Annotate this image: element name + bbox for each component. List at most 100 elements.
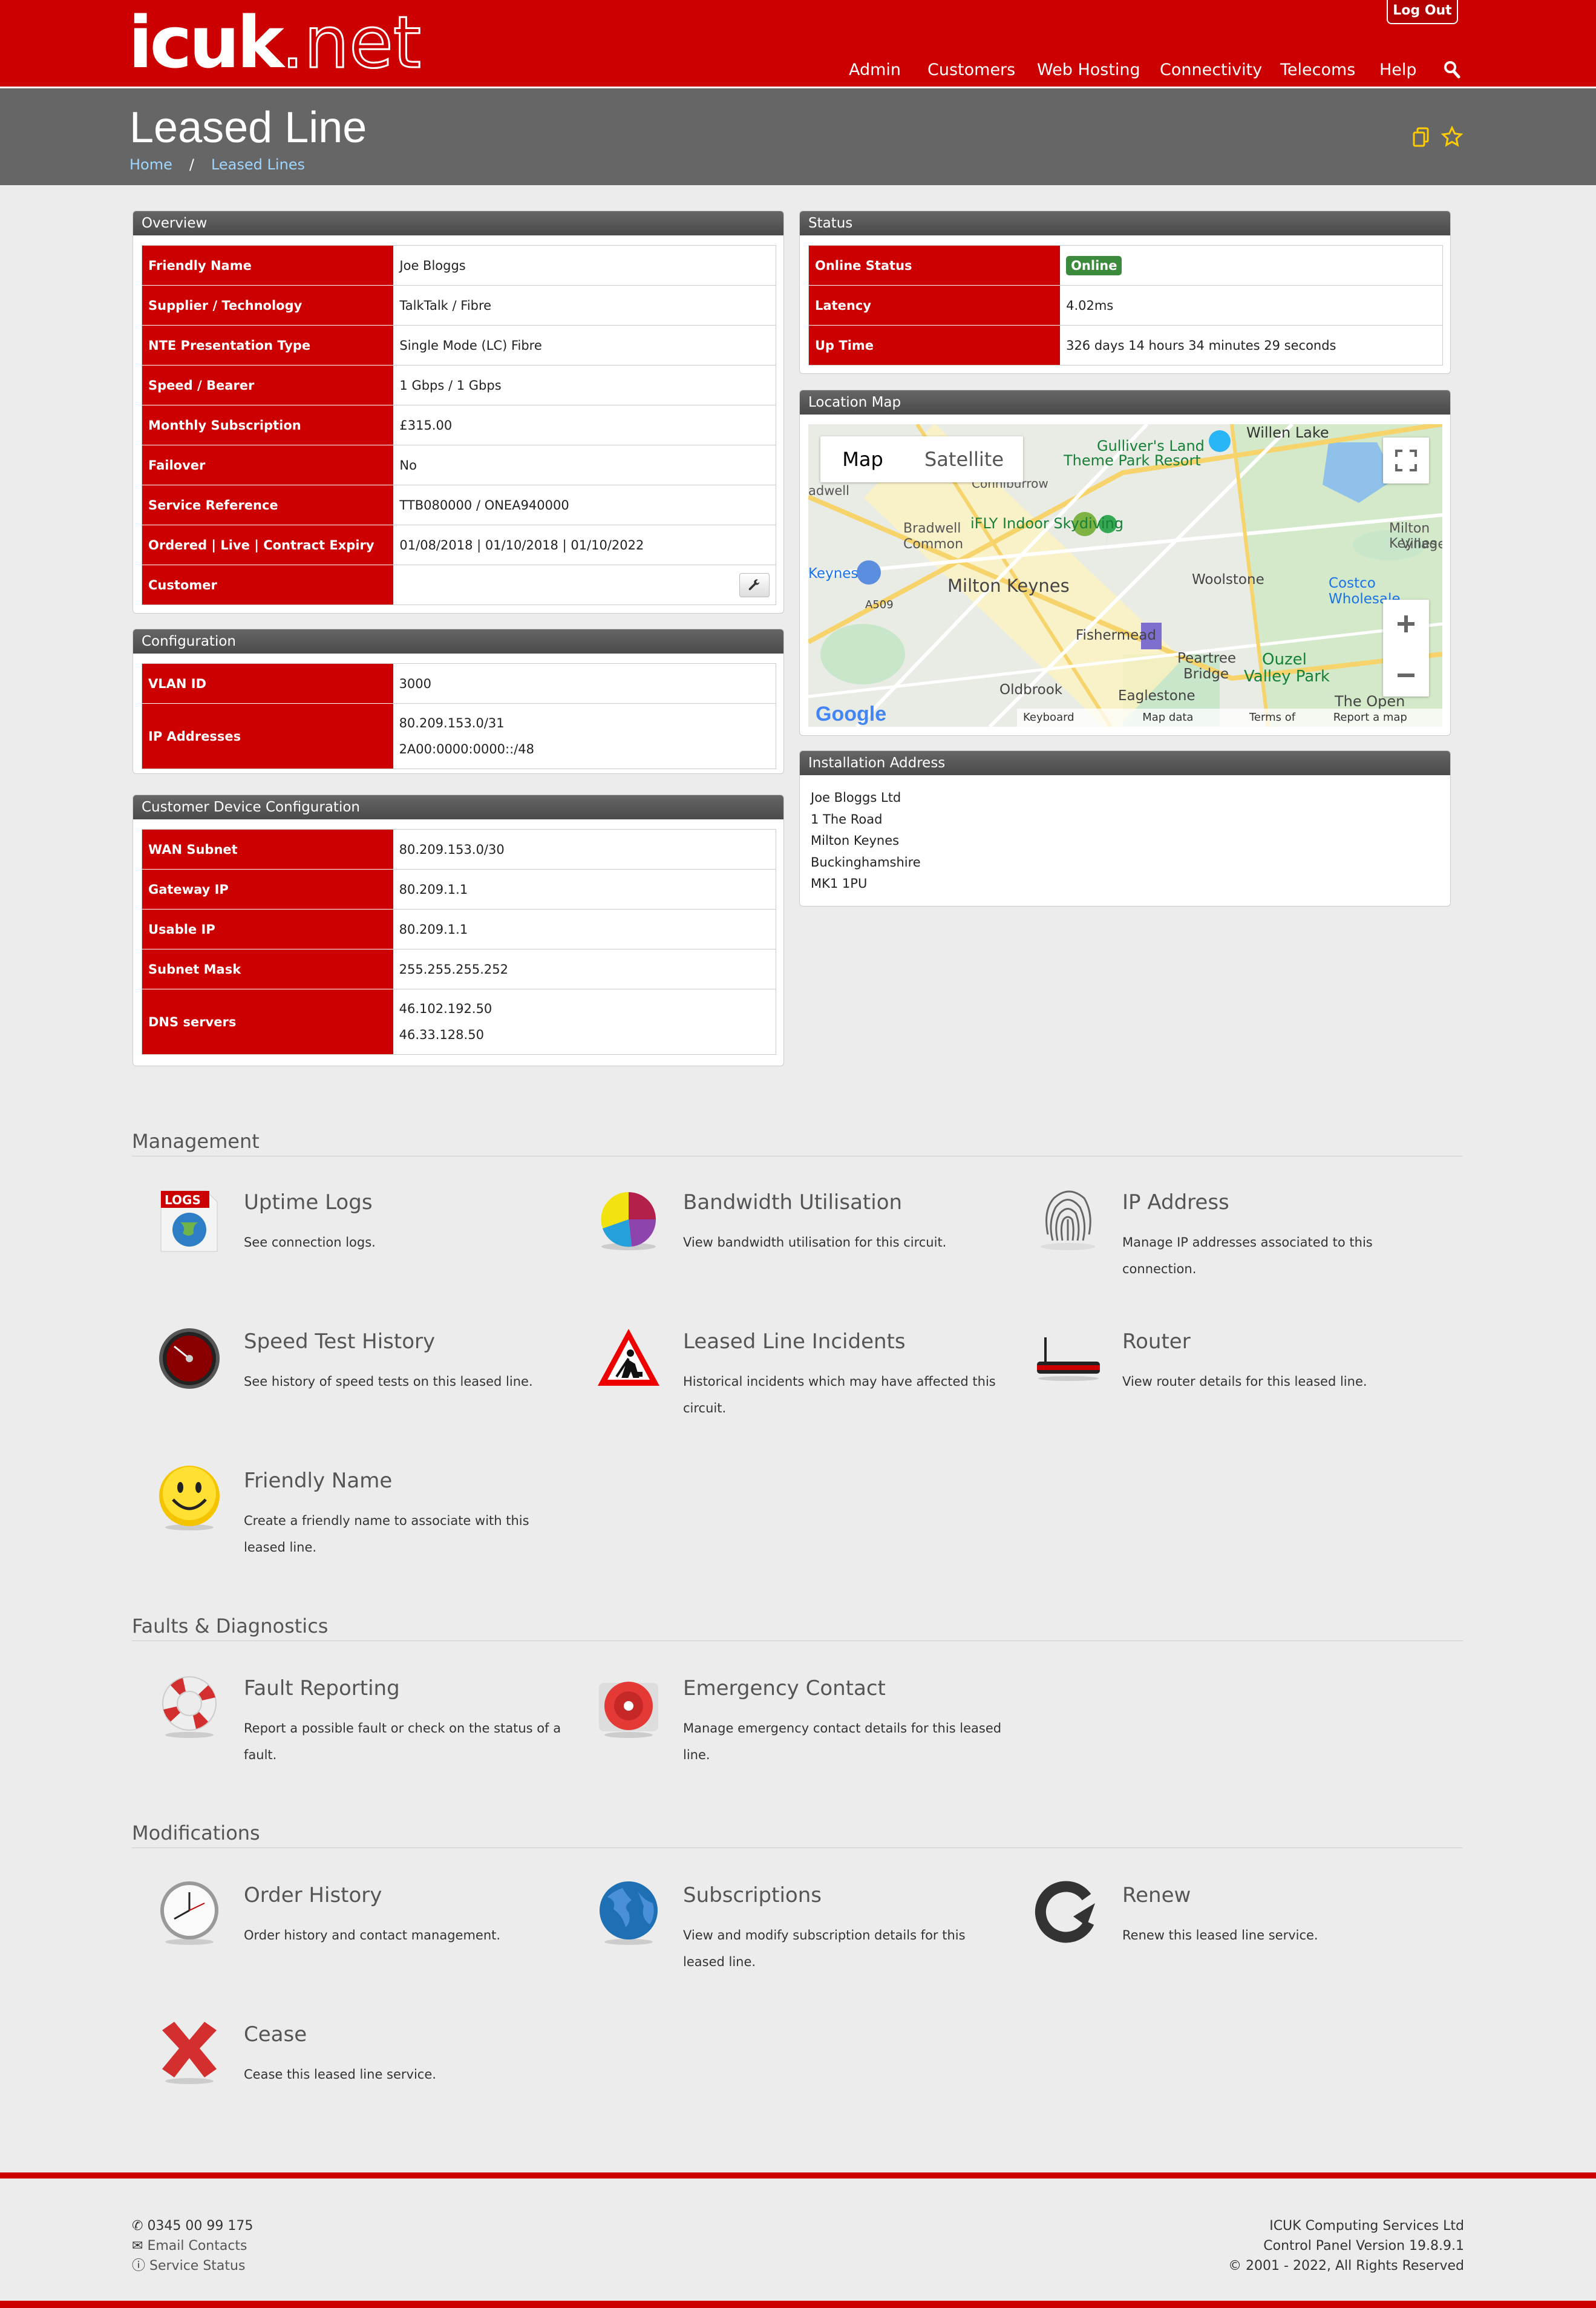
footer-version: Control Panel Version 19.8.9.1 xyxy=(1263,2238,1464,2254)
router-tile[interactable] xyxy=(1035,1325,1101,1395)
configuration-table: VLAN ID 3000 IP Addresses 80.209.153.0/31 2… xyxy=(142,663,776,769)
tile-title[interactable]: Router xyxy=(1122,1328,1191,1355)
logout-button[interactable]: Log Out xyxy=(1387,0,1458,24)
map-data-text: Map data ©2022 xyxy=(1142,711,1194,724)
table-row: WAN Subnet 80.209.153.0/30 xyxy=(142,829,776,870)
map-label: Valley Park xyxy=(1244,667,1330,686)
tile-title[interactable]: Bandwidth Utilisation xyxy=(683,1189,902,1216)
copy-icon[interactable] xyxy=(1412,127,1430,148)
zoom-in-icon[interactable] xyxy=(1383,600,1429,648)
leased-line-incidents-tile[interactable] xyxy=(595,1325,662,1395)
order-history-tile[interactable] xyxy=(156,1879,223,1949)
device-config-heading: Customer Device Configuration xyxy=(133,795,783,819)
google-logo: Google xyxy=(816,703,887,726)
table-row: Supplier / Technology TalkTalk / Fibre xyxy=(142,285,776,326)
nav-admin[interactable]: Admin xyxy=(849,58,901,82)
table-row: Up Time 326 days 14 hours 34 minutes 29 s… xyxy=(808,325,1443,366)
breadcrumb-home[interactable]: Home xyxy=(129,156,172,173)
nav-help[interactable]: Help xyxy=(1379,58,1417,82)
row-label: Up Time xyxy=(808,325,1061,366)
map-viewport[interactable]: Gulliver's Land Theme Park Resort Willen… xyxy=(808,424,1442,727)
row-value: 255.255.255.252 xyxy=(393,949,776,989)
emergency-contact-tile[interactable] xyxy=(595,1672,662,1742)
nav-web-hosting[interactable]: Web Hosting xyxy=(1037,58,1140,82)
terms-link[interactable]: Terms of Use xyxy=(1249,709,1319,727)
tile-title[interactable]: Renew xyxy=(1122,1882,1191,1909)
dns-primary: 46.102.192.50 xyxy=(399,1001,492,1016)
friendly-name-tile[interactable] xyxy=(156,1464,223,1534)
row-label: Online Status xyxy=(808,245,1061,286)
nav-telecoms[interactable]: Telecoms xyxy=(1280,58,1355,82)
footer-divider xyxy=(0,2172,1596,2179)
renew-tile[interactable] xyxy=(1035,1879,1101,1949)
tile-title[interactable]: Emergency Contact xyxy=(683,1675,886,1702)
table-row: Gateway IP 80.209.1.1 xyxy=(142,869,776,910)
breadcrumb-leased-lines[interactable]: Leased Lines xyxy=(211,156,305,173)
footer-right: ICUK Computing Services Ltd Control Pane… xyxy=(1228,2216,1464,2276)
wrench-icon xyxy=(748,579,760,590)
row-value: TalkTalk / Fibre xyxy=(393,285,776,326)
tile-title[interactable]: Speed Test History xyxy=(244,1328,435,1355)
tile-title[interactable]: IP Address xyxy=(1122,1189,1229,1216)
table-row: Usable IP 80.209.1.1 xyxy=(142,909,776,949)
tile-title[interactable]: Subscriptions xyxy=(683,1882,822,1909)
tile-desc: See connection logs. xyxy=(244,1235,376,1250)
cease-tile[interactable] xyxy=(156,2018,223,2088)
speed-test-history-tile[interactable] xyxy=(156,1325,223,1395)
row-label: Usable IP xyxy=(142,909,393,949)
keyboard-shortcuts-link[interactable]: Keyboard shortcuts xyxy=(1023,709,1128,727)
ipv6-address: 2A00:0000:0000::/48 xyxy=(399,741,534,756)
uptime-logs-tile[interactable]: LOGS xyxy=(156,1186,223,1256)
row-value: 80.209.1.1 xyxy=(393,909,776,949)
tile-title[interactable]: Cease xyxy=(244,2021,307,2048)
tile-title[interactable]: Friendly Name xyxy=(244,1467,392,1494)
map-label: Woolstone xyxy=(1192,572,1264,588)
tile-desc: Create a friendly name to associate with… xyxy=(244,1513,529,1555)
location-map-panel: Location Map Gulliver's Land Theme Park xyxy=(799,390,1451,736)
tile-title[interactable]: Uptime Logs xyxy=(244,1189,373,1216)
report-map-error-link[interactable]: Report a map error xyxy=(1333,709,1436,727)
nav-customers[interactable]: Customers xyxy=(927,58,1015,82)
tile-desc: Historical incidents which may have affe… xyxy=(683,1374,996,1415)
row-label: IP Addresses xyxy=(142,703,393,769)
fault-reporting-tile[interactable] xyxy=(156,1672,223,1742)
fullscreen-button[interactable] xyxy=(1383,438,1429,484)
footer-email[interactable]: ✉ Email Contacts xyxy=(132,2236,253,2256)
map-label: Common xyxy=(903,537,964,552)
table-row: Speed / Bearer 1 Gbps / 1 Gbps xyxy=(142,365,776,405)
table-row: DNS servers 46.102.192.50 46.33.128.50 xyxy=(142,989,776,1055)
dns-secondary: 46.33.128.50 xyxy=(399,1027,484,1042)
search-icon[interactable] xyxy=(1444,61,1460,79)
management-heading: Management xyxy=(132,1129,1463,1156)
tile-title[interactable]: Fault Reporting xyxy=(244,1675,400,1702)
favourite-star-icon[interactable] xyxy=(1441,126,1463,148)
nav-connectivity[interactable]: Connectivity xyxy=(1160,58,1262,82)
breadcrumb: Home / Leased Lines xyxy=(129,156,306,173)
ipv4-address: 80.209.153.0/31 xyxy=(399,715,505,730)
row-value: Single Mode (LC) Fibre xyxy=(393,325,776,366)
tile-desc: View and modify subscription details for… xyxy=(683,1928,966,1969)
footer-status[interactable]: ⓘ Service Status xyxy=(132,2256,253,2276)
footer-left: ✆ 0345 00 99 175 ✉ Email Contacts ⓘ Serv… xyxy=(132,2216,253,2276)
globe-icon xyxy=(600,1881,658,1945)
satellite-tab[interactable]: Satellite xyxy=(905,436,1023,482)
map-label: A509 xyxy=(865,598,894,611)
lifebuoy-icon xyxy=(162,1676,217,1738)
bandwidth-utilisation-tile[interactable] xyxy=(595,1186,662,1256)
ip-address-tile[interactable] xyxy=(1035,1186,1101,1256)
subscriptions-tile[interactable] xyxy=(595,1879,662,1949)
row-label: WAN Subnet xyxy=(142,829,393,870)
status-table: Online Status Online Latency 4.02ms Up Tim… xyxy=(808,245,1443,366)
row-label: Subnet Mask xyxy=(142,949,393,989)
edit-customer-button[interactable] xyxy=(739,572,770,597)
row-label: Failover xyxy=(142,445,394,485)
tile-title[interactable]: Order History xyxy=(244,1882,382,1909)
address-line: MK1 1PU xyxy=(811,876,868,891)
row-label: Friendly Name xyxy=(142,245,394,286)
address-line: Joe Bloggs Ltd xyxy=(811,790,901,805)
tile-desc: See history of speed tests on this lease… xyxy=(244,1374,533,1389)
map-tab[interactable]: Map xyxy=(820,436,905,482)
zoom-out-icon[interactable] xyxy=(1383,651,1429,700)
icuk-logo[interactable]: icuk.net xyxy=(128,5,422,80)
tile-title[interactable]: Leased Line Incidents xyxy=(683,1328,906,1355)
